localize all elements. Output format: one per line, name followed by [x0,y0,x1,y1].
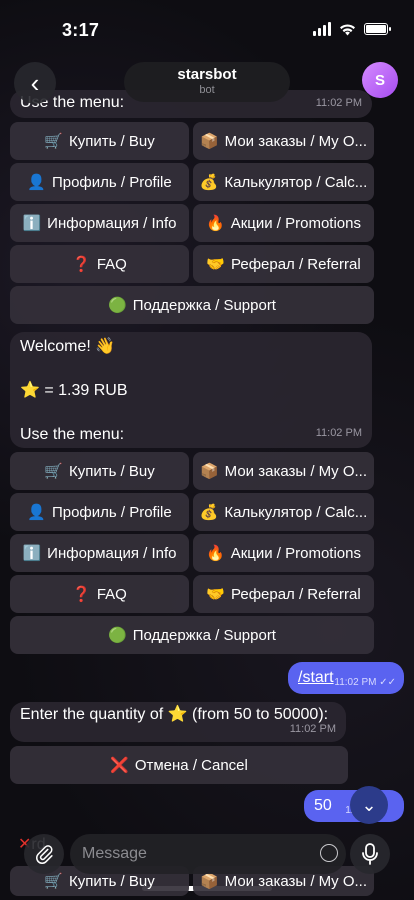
support-button[interactable]: 🟢 Поддержка / Support [10,616,374,654]
profile-button[interactable]: 👤 Профиль / Profile [10,493,189,531]
calculator-button[interactable]: 💰 Калькулятор / Calc... [193,493,374,531]
message-bubble: Enter the quantity of ⭐ (from 50 to 5000… [10,702,346,742]
microphone-button[interactable] [350,834,390,874]
scroll-down-button[interactable]: ⌄ [350,786,388,824]
message-time: 11:02 PM ✓✓ [334,677,396,688]
buy-button[interactable]: 🛒 Купить / Buy [10,122,189,160]
chat-header: ‹ starsbot bot S [0,56,414,108]
attach-button[interactable] [24,834,64,874]
message-text: Welcome! 👋 [20,338,116,355]
chat-title: starsbot [177,66,237,83]
chat-subtitle: bot [199,84,215,96]
read-checkmarks-icon: ✓✓ [379,677,396,688]
message-field[interactable] [70,834,346,874]
calculator-button[interactable]: 💰 Калькулятор / Calc... [193,163,374,201]
inline-keyboard: 🛒 Купить / Buy 📦 Мои заказы / My O... 👤 Про… [10,122,374,326]
promotions-button[interactable]: 🔥 Акции / Promotions [193,534,374,572]
info-button[interactable]: ℹ️ Информация / Info [10,204,189,242]
message-text: ⭐ = 1.39 RUB [20,382,128,399]
microphone-icon [362,843,378,865]
chevron-down-icon: ⌄ [361,794,377,815]
battery-icon [364,23,391,35]
command-link[interactable]: /start [298,669,334,687]
message-text: Enter the quantity of ⭐ (from 50 to 5000… [20,706,329,723]
message-text: Use the menu: [20,426,125,443]
message-time: 11:02 PM [315,427,362,439]
faq-button[interactable]: ❓ FAQ [10,245,189,283]
message-bubble: Welcome! 👋 ⭐ = 1.39 RUB Use the menu: 11… [10,332,372,448]
status-time: 3:17 [62,20,100,40]
promotions-button[interactable]: 🔥 Акции / Promotions [193,204,374,242]
paperclip-icon [36,845,53,864]
outgoing-message: /start 11:02 PM ✓✓ [288,662,404,694]
referral-button[interactable]: 🤝 Реферал / Referral [193,575,374,613]
chat-title-pill[interactable]: starsbot bot [124,62,290,102]
message-time: 11:02 PM [289,723,336,735]
chevron-left-icon: ‹ [30,67,40,98]
message-input-bar [0,826,414,882]
info-button[interactable]: ℹ️ Информация / Info [10,534,189,572]
faq-button[interactable]: ❓ FAQ [10,575,189,613]
referral-button[interactable]: 🤝 Реферал / Referral [193,245,374,283]
back-button[interactable]: ‹ [14,62,56,104]
support-button[interactable]: 🟢 Поддержка / Support [10,286,374,324]
my-orders-button[interactable]: 📦 Мои заказы / My O... [193,452,374,490]
sticker-icon[interactable] [320,844,338,862]
profile-button[interactable]: 👤 Профиль / Profile [10,163,189,201]
inline-keyboard: 🛒 Купить / Buy 📦 Мои заказы / My O... 👤 Про… [10,452,374,656]
wifi-icon [340,23,355,35]
avatar[interactable]: S [362,62,398,98]
message-input[interactable] [80,844,304,864]
buy-button[interactable]: 🛒 Купить / Buy [10,452,189,490]
status-bar: 3:17 [0,0,414,56]
cancel-button[interactable]: ❌ Отмена / Cancel [10,746,348,784]
cellular-signal-icon [313,22,331,36]
my-orders-button[interactable]: 📦 Мои заказы / My O... [193,122,374,160]
message-text: 50 [314,797,332,814]
